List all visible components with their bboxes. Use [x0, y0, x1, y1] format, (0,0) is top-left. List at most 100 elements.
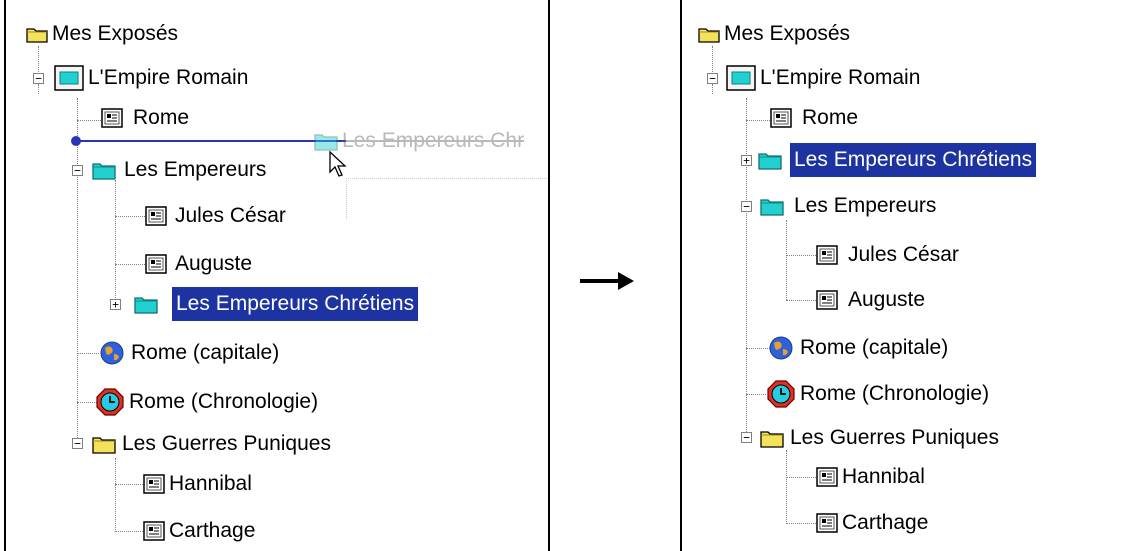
presentation-icon [54, 65, 84, 91]
tree-item-hannibal[interactable]: Hannibal [143, 468, 256, 500]
tree-line [115, 531, 143, 532]
tree-item-label: Rome [133, 106, 190, 129]
tree-item-empereurs[interactable]: Les Empereurs [92, 154, 270, 186]
document-icon [816, 245, 838, 265]
tree-item-guerres[interactable]: Les Guerres Puniques [92, 428, 335, 460]
collapse-toggle[interactable]: − [707, 73, 718, 84]
tree-item-carthage[interactable]: Carthage [816, 507, 932, 539]
tree-item-jules[interactable]: Jules César [145, 200, 290, 232]
tree-line [786, 523, 816, 524]
tree-panel-after: Mes Exposés − L'Empire Romain Rome + Les… [680, 0, 1130, 551]
folder-icon [314, 134, 338, 151]
tree-item-label: Rome [802, 106, 859, 129]
clock-icon [767, 380, 795, 408]
drop-indicator-dot [71, 136, 81, 146]
tree-item-rome-capitale[interactable]: Rome (capitale) [768, 332, 952, 364]
tree-item-empire[interactable]: L'Empire Romain [54, 62, 252, 94]
folder-icon [760, 431, 784, 448]
tree-item-rome-capitale[interactable]: Rome (capitale) [99, 337, 283, 369]
tree-item-label: Les Empereurs Chrétiens [172, 287, 419, 321]
tree-item-jules[interactable]: Jules César [816, 239, 963, 271]
globe-icon [769, 336, 793, 360]
tree-line [746, 120, 770, 121]
collapse-toggle[interactable]: − [72, 165, 83, 176]
collapse-toggle[interactable]: − [741, 201, 752, 212]
tree-item-rome[interactable]: Rome [770, 102, 862, 134]
tree-item-empire[interactable]: L'Empire Romain [726, 62, 924, 94]
tree-item-root[interactable]: Mes Exposés [26, 18, 182, 50]
document-icon [816, 290, 838, 310]
tree-line [115, 264, 145, 265]
document-icon [143, 474, 165, 494]
tree-line [115, 216, 145, 217]
expand-toggle[interactable]: + [110, 299, 121, 310]
tree-line [786, 300, 816, 301]
tree-item-rome-chrono[interactable]: Rome (Chronologie) [766, 378, 993, 410]
tree-item-label: Les Guerres Puniques [790, 426, 999, 449]
tree-item-label: Rome (Chronologie) [129, 390, 319, 413]
tree-item-label: Hannibal [842, 465, 925, 488]
tree-item-carthage[interactable]: Carthage [143, 515, 259, 547]
document-icon [101, 108, 123, 128]
document-icon [770, 108, 792, 128]
collapse-toggle[interactable]: − [33, 73, 44, 84]
tree-item-label: Les Empereurs Chrétiens [790, 143, 1037, 177]
clock-icon [96, 388, 124, 416]
tree-item-rome-chrono[interactable]: Rome (Chronologie) [95, 386, 322, 418]
expand-toggle[interactable]: + [741, 155, 752, 166]
tree-line [115, 458, 116, 532]
folder-icon [760, 199, 784, 216]
tree-item-label: Rome (capitale) [131, 341, 280, 364]
drop-indicator-line [76, 140, 346, 142]
tree-item-label: Rome (Chronologie) [800, 382, 990, 405]
collapse-toggle[interactable]: − [72, 438, 83, 449]
tree-line [115, 180, 116, 304]
tree-item-label: Carthage [842, 511, 929, 534]
tree-item-label: Les Empereurs [794, 194, 937, 217]
document-icon [816, 513, 838, 533]
collapse-toggle[interactable]: − [741, 432, 752, 443]
tree-item-empereurs[interactable]: Les Empereurs [760, 190, 940, 222]
tree-item-root[interactable]: Mes Exposés [698, 18, 854, 50]
tree-line [746, 394, 766, 395]
mouse-cursor-icon [329, 150, 347, 177]
drag-ghost-label: Les Empereurs Chr [342, 129, 525, 152]
tree-item-label: Auguste [175, 252, 253, 275]
tree-item-chretiens[interactable]: Les Empereurs Chrétiens [134, 287, 419, 321]
presentation-icon [726, 65, 756, 91]
document-icon [145, 254, 167, 274]
tree-line [786, 450, 787, 524]
tree-line [786, 477, 816, 478]
tree-item-hannibal[interactable]: Hannibal [816, 461, 929, 493]
tree-item-label: Les Guerres Puniques [122, 432, 331, 455]
tree-item-label: L'Empire Romain [760, 66, 921, 89]
document-icon [145, 206, 167, 226]
tree-item-label: Auguste [848, 288, 926, 311]
tree-line [38, 84, 39, 94]
tree-line [77, 120, 101, 121]
tree-item-label: Les Empereurs [124, 158, 267, 181]
tree-line [77, 402, 97, 403]
folder-icon [698, 28, 720, 43]
tree-item-rome[interactable]: Rome [101, 102, 193, 134]
tree-item-label: Mes Exposés [724, 22, 851, 45]
tree-item-auguste[interactable]: Auguste [816, 284, 929, 316]
tree-line [746, 348, 770, 349]
tree-item-label: Rome (capitale) [800, 336, 949, 359]
tree-item-label: L'Empire Romain [88, 66, 249, 89]
tree-item-auguste[interactable]: Auguste [145, 248, 256, 280]
folder-icon [758, 153, 782, 170]
tree-item-guerres[interactable]: Les Guerres Puniques [760, 422, 1003, 454]
folder-icon [26, 28, 48, 43]
transition-arrow-icon [580, 272, 634, 290]
drag-outline [346, 178, 547, 219]
folder-icon [92, 163, 116, 180]
tree-line [712, 84, 713, 94]
tree-item-label: Mes Exposés [52, 22, 179, 45]
tree-item-label: Jules César [175, 204, 286, 227]
tree-item-chretiens[interactable]: Les Empereurs Chrétiens [758, 143, 1037, 177]
tree-item-label: Hannibal [169, 472, 252, 495]
tree-line [786, 220, 787, 300]
tree-item-label: Jules César [848, 243, 959, 266]
tree-line [746, 98, 747, 438]
